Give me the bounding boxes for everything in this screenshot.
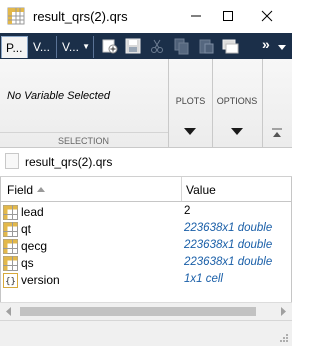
table-row[interactable]: lead 2	[1, 204, 291, 221]
close-icon	[261, 10, 273, 22]
title-bar: result_qrs(2).qrs	[0, 0, 292, 33]
field-name: qt	[21, 222, 32, 236]
chevron-down-icon: ▼	[82, 42, 90, 51]
column-header-value[interactable]: Value	[186, 183, 216, 197]
cell-icon: {}	[3, 273, 18, 288]
array-icon	[3, 256, 18, 271]
selection-status: No Variable Selected	[7, 90, 110, 102]
plots-button[interactable]: PLOTS	[170, 96, 211, 106]
tab-plots[interactable]: P...	[1, 36, 28, 58]
field-name: qecg	[21, 239, 48, 253]
sort-ascending-icon[interactable]	[37, 187, 45, 192]
copy-icon[interactable]	[172, 37, 190, 55]
tab-view[interactable]: V... ▼	[58, 36, 94, 58]
status-bar	[0, 320, 292, 346]
resize-grip-icon[interactable]	[278, 332, 289, 343]
ribbon: No Variable Selected SELECTION PLOTS OPT…	[0, 59, 292, 148]
variable-table: Field Value lead 2 qt 223638x1 double qe…	[0, 177, 292, 321]
array-icon	[3, 239, 18, 254]
scrollbar-thumb[interactable]	[20, 307, 256, 316]
tab-label: V...	[33, 40, 50, 54]
field-value-link[interactable]: 1x1 cell	[184, 273, 223, 285]
field-name: qs	[21, 256, 34, 270]
collapse-ribbon-icon[interactable]	[271, 128, 283, 138]
variables-editor-icon	[7, 7, 25, 25]
divider	[168, 59, 169, 147]
svg-text:{}: {}	[5, 277, 16, 287]
divider	[0, 132, 168, 133]
help-dropdown-icon[interactable]	[276, 43, 288, 53]
minimize-icon	[191, 15, 201, 17]
tab-label: P...	[6, 41, 23, 55]
array-icon	[3, 205, 18, 220]
field-value-link[interactable]: 223638x1 double	[184, 239, 272, 251]
table-header: Field Value	[1, 177, 291, 202]
field-value: 2	[184, 205, 191, 217]
field-value-link[interactable]: 223638x1 double	[184, 256, 272, 268]
options-button[interactable]: OPTIONS	[213, 96, 261, 106]
new-variable-icon[interactable]	[101, 37, 119, 55]
overflow-button[interactable]: »	[262, 36, 270, 52]
plots-label: PLOTS	[175, 96, 206, 106]
table-row[interactable]: qecg 223638x1 double	[1, 238, 291, 255]
column-divider[interactable]	[181, 177, 182, 201]
chevron-down-icon[interactable]	[231, 128, 243, 135]
file-bar: result_qrs(2).qrs	[0, 148, 292, 177]
field-name: version	[21, 273, 60, 287]
maximize-button[interactable]	[208, 0, 248, 32]
save-icon[interactable]	[124, 37, 142, 55]
section-label-selection: SELECTION	[58, 136, 110, 146]
table-row[interactable]: qt 223638x1 double	[1, 221, 291, 238]
cut-icon[interactable]	[148, 37, 166, 55]
column-header-field[interactable]: Field	[7, 183, 33, 197]
chevron-down-icon[interactable]	[184, 128, 196, 135]
options-label: OPTIONS	[216, 96, 258, 106]
paste-icon[interactable]	[197, 37, 215, 55]
file-name: result_qrs(2).qrs	[25, 155, 113, 169]
table-row[interactable]: qs 223638x1 double	[1, 255, 291, 272]
divider	[262, 59, 263, 147]
tab-label: V...	[62, 40, 79, 54]
toolstrip: P... V... V... ▼ »	[0, 33, 292, 59]
close-button[interactable]	[247, 0, 287, 32]
scroll-right-icon[interactable]	[279, 307, 287, 316]
field-value-link[interactable]: 223638x1 double	[184, 222, 272, 234]
windows-icon[interactable]	[221, 37, 239, 55]
file-icon	[5, 153, 19, 169]
scroll-left-icon[interactable]	[5, 307, 13, 316]
maximize-icon	[223, 11, 233, 21]
array-icon	[3, 222, 18, 237]
tab-variable[interactable]: V...	[29, 36, 57, 58]
window-title: result_qrs(2).qrs	[33, 9, 128, 24]
table-row[interactable]: {} version 1x1 cell	[1, 272, 291, 289]
horizontal-scrollbar[interactable]	[0, 302, 292, 320]
field-name: lead	[21, 205, 44, 219]
